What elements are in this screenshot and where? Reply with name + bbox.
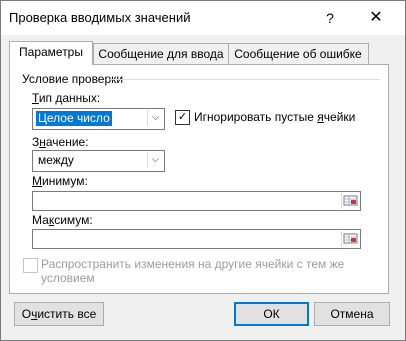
range-picker-button-min[interactable] (341, 193, 360, 209)
maximum-input[interactable] (32, 229, 361, 249)
data-type-value: Целое число (36, 111, 112, 126)
chevron-down-icon: ⌵ (147, 152, 163, 168)
minimum-label: Минимум: (32, 174, 88, 188)
chevron-down-icon: ⌵ (147, 110, 163, 126)
settings-panel: Условие проверки Тип данных: Целое число… (9, 64, 389, 294)
cancel-button[interactable]: Отмена (314, 302, 390, 326)
help-button[interactable]: ? (319, 7, 341, 29)
ignore-blank-checkbox[interactable]: ✓ (175, 110, 190, 125)
tab-input-message[interactable]: Сообщение для ввода (93, 43, 229, 64)
close-button[interactable]: ✕ (365, 7, 387, 29)
data-validation-dialog: Проверка вводимых значений ? ✕ Сообщение… (0, 0, 406, 341)
title-bar: Проверка вводимых значений ? ✕ (1, 1, 405, 35)
operator-select[interactable]: между ⌵ (32, 150, 165, 172)
range-picker-button-max[interactable] (341, 231, 360, 247)
group-divider (110, 79, 380, 80)
operator-value: между (38, 153, 74, 167)
apply-to-all-label[interactable]: Распространить изменения на другие ячейк… (41, 257, 371, 285)
range-select-icon (343, 195, 358, 206)
dialog-title: Проверка вводимых значений (9, 10, 191, 25)
ignore-blank-label[interactable]: Игнорировать пустые ячейки (194, 110, 355, 124)
ok-button[interactable]: ОК (234, 302, 309, 326)
range-select-icon (343, 233, 358, 244)
minimum-input[interactable] (32, 191, 361, 211)
data-type-label: Тип данных: (32, 91, 101, 105)
operator-label: Значение: (32, 135, 89, 149)
group-title: Условие проверки (22, 72, 124, 86)
apply-to-all-checkbox[interactable] (23, 258, 38, 273)
data-type-select[interactable]: Целое число ⌵ (32, 108, 165, 130)
tab-settings[interactable]: Параметры (9, 41, 93, 65)
tab-error-message[interactable]: Сообщение об ошибке (227, 43, 369, 64)
clear-all-button[interactable]: Очистить все (14, 302, 104, 326)
maximum-label: Максимум: (32, 213, 93, 227)
